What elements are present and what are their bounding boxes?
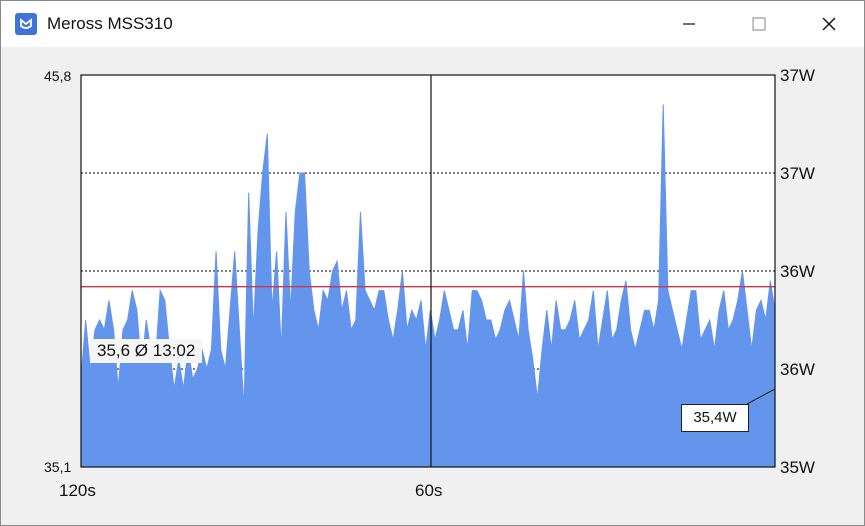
average-reference-label: 35,6 Ø 13:02 (90, 339, 203, 363)
right-axis-tick-label: 37W (780, 66, 815, 85)
right-axis-tick-label: 36W (780, 360, 815, 379)
app-window: Meross MSS310 45,8 35,1 37W 37W 36W 36W … (0, 0, 865, 526)
right-axis-tick-label: 35W (780, 458, 815, 477)
power-chart: 45,8 35,1 37W 37W 36W 36W 35W 120s 60s (44, 66, 815, 500)
left-axis-max-label: 45,8 (44, 68, 71, 84)
x-axis-tick-label: 120s (59, 481, 96, 500)
left-axis-min-label: 35,1 (44, 459, 71, 475)
right-axis-tick-label: 36W (780, 262, 815, 281)
right-axis-tick-label: 37W (780, 164, 815, 183)
x-axis-tick-label: 60s (415, 481, 442, 500)
current-value-callout: 35,4W (681, 404, 749, 432)
